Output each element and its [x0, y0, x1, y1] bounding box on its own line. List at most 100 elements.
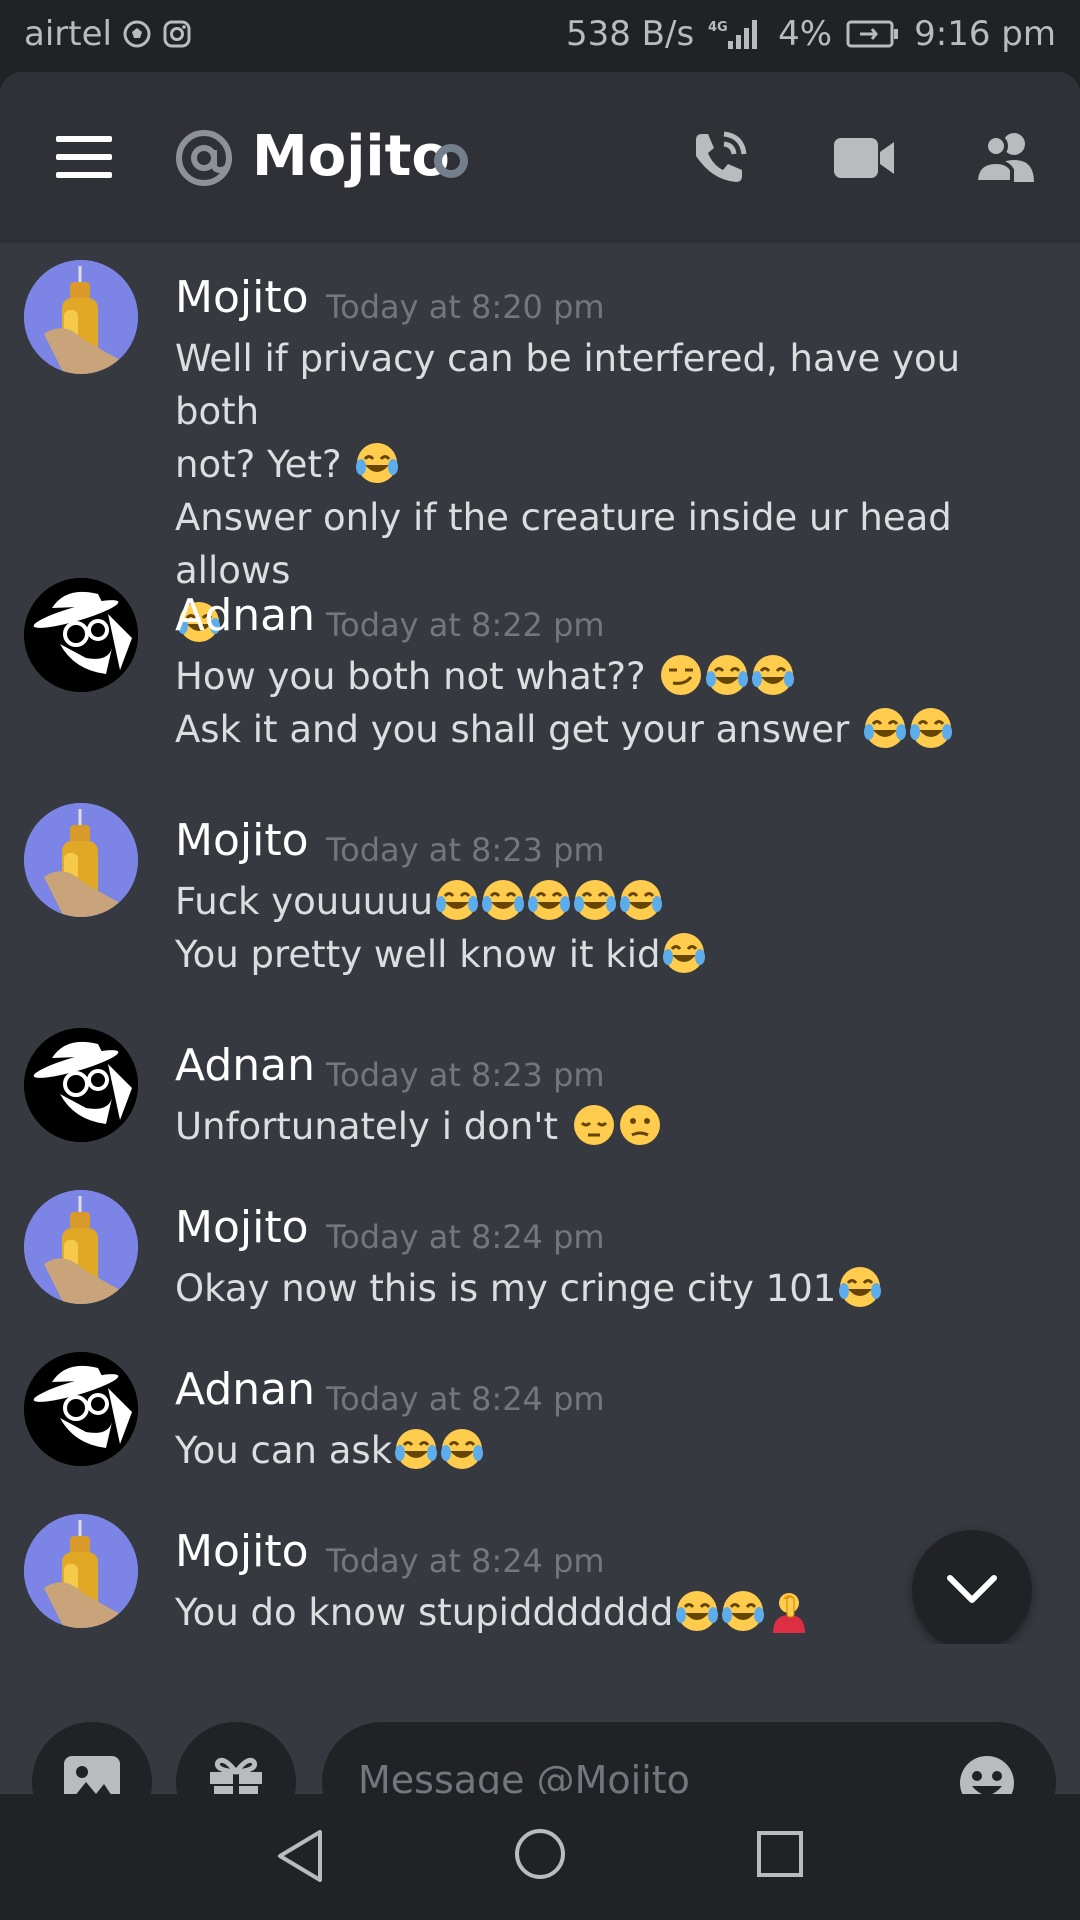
author-name[interactable]: Adnan — [175, 1364, 315, 1415]
spy-icon — [24, 1352, 138, 1466]
joy-emoji-icon — [863, 706, 907, 750]
joy-emoji-icon — [909, 706, 953, 750]
author-name[interactable]: Mojito — [175, 272, 309, 323]
clock: 9:16 pm — [914, 14, 1056, 54]
image-icon — [64, 1756, 120, 1794]
joy-emoji-icon — [394, 1427, 438, 1471]
home-icon[interactable] — [514, 1828, 566, 1880]
network-type: 4G — [708, 20, 728, 35]
message-content: Fuck youuuuu You pretty well know it kid — [175, 875, 1035, 981]
pensive-emoji-icon — [572, 1103, 616, 1147]
joy-emoji-icon — [355, 441, 399, 485]
avatar[interactable] — [24, 1028, 138, 1142]
timestamp: Today at 8:24 pm — [326, 1542, 605, 1580]
message-content: How you both not what?? Ask it and you s… — [175, 650, 1035, 756]
message-list[interactable]: Mojito Today at 8:20 pm Well if privacy ca… — [0, 240, 1080, 1700]
joy-emoji-icon — [619, 878, 663, 922]
battery-percent: 4% — [778, 14, 833, 54]
message-line: Ask it and you shall get your answer — [175, 703, 1035, 756]
message-composer: Message @Mojito — [0, 1644, 1080, 1794]
message-input-placeholder: Message @Mojito — [358, 1758, 690, 1794]
message-line: You pretty well know it kid — [175, 928, 1035, 981]
message-line: Unfortunately i don't — [175, 1100, 1035, 1153]
status-bar: airtel 538 B/s 4G 4% 9:16 pm — [0, 0, 1080, 72]
chevron-down-icon — [947, 1575, 997, 1603]
message-text: not? Yet? — [175, 443, 354, 486]
menu-icon[interactable] — [56, 136, 112, 178]
joy-emoji-icon — [721, 1589, 765, 1633]
joy-emoji-icon — [440, 1427, 484, 1471]
confused-emoji-icon — [618, 1103, 662, 1147]
joy-emoji-icon — [481, 878, 525, 922]
message-text: You pretty well know it kid — [175, 933, 661, 976]
status-offline-icon — [434, 144, 468, 178]
joy-emoji-icon — [838, 1265, 882, 1309]
message-line: Fuck youuuuu — [175, 875, 1035, 928]
instagram-icon — [162, 19, 192, 49]
joy-emoji-icon — [527, 878, 571, 922]
message-content: You do know stupiddddddd — [175, 1586, 1035, 1639]
message-content: Okay now this is my cringe city 101 — [175, 1262, 1035, 1315]
message-text: How you both not what?? — [175, 655, 658, 698]
bottle-icon — [24, 260, 138, 374]
timestamp: Today at 8:24 pm — [326, 1218, 605, 1256]
bottle-icon — [24, 1514, 138, 1628]
joy-emoji-icon — [705, 653, 749, 697]
call-icon[interactable] — [688, 126, 750, 188]
avatar[interactable] — [24, 578, 138, 692]
bottle-icon — [24, 1190, 138, 1304]
message-line: How you both not what?? — [175, 650, 1035, 703]
joy-emoji-icon — [435, 878, 479, 922]
network-speed: 538 B/s — [565, 14, 695, 54]
signal-icon: 4G — [708, 17, 764, 51]
back-icon[interactable] — [276, 1828, 326, 1884]
system-nav-bar — [0, 1794, 1080, 1920]
author-name[interactable]: Mojito — [175, 815, 309, 866]
message-text: You can ask — [175, 1429, 393, 1472]
emoji-icon[interactable] — [958, 1754, 1016, 1794]
timestamp: Today at 8:20 pm — [326, 288, 605, 326]
message-text: Fuck youuuuu — [175, 880, 434, 923]
message-line: Well if privacy can be interfered, have … — [175, 332, 1035, 438]
at-icon — [176, 130, 232, 186]
author-name[interactable]: Mojito — [175, 1526, 309, 1577]
timestamp: Today at 8:23 pm — [326, 1056, 605, 1094]
avatar[interactable] — [24, 1190, 138, 1304]
gift-button[interactable] — [176, 1722, 296, 1794]
page-title: Mojito — [252, 124, 450, 189]
message-line: You do know stupiddddddd — [175, 1586, 1035, 1639]
author-name[interactable]: Mojito — [175, 1202, 309, 1253]
jump-to-latest-button[interactable] — [912, 1530, 1032, 1650]
avatar[interactable] — [24, 260, 138, 374]
gift-icon — [210, 1757, 262, 1794]
message-text: You do know stupiddddddd — [175, 1591, 674, 1634]
avatar[interactable] — [24, 1514, 138, 1628]
avatar[interactable] — [24, 1352, 138, 1466]
carrier-label: airtel — [24, 14, 112, 54]
bottle-icon — [24, 803, 138, 917]
timestamp: Today at 8:24 pm — [326, 1380, 605, 1418]
recents-icon[interactable] — [756, 1830, 804, 1878]
attach-image-button[interactable] — [32, 1722, 152, 1794]
spy-icon — [24, 578, 138, 692]
message-text: Ask it and you shall get your answer — [175, 708, 862, 751]
message-content: You can ask — [175, 1424, 1035, 1477]
facepalm-emoji-icon — [767, 1589, 811, 1633]
message-line: You can ask — [175, 1424, 1035, 1477]
soccer-ball-icon — [122, 19, 152, 49]
spy-icon — [24, 1028, 138, 1142]
joy-emoji-icon — [751, 653, 795, 697]
video-icon[interactable] — [832, 130, 896, 186]
avatar[interactable] — [24, 803, 138, 917]
author-name[interactable]: Adnan — [175, 590, 315, 641]
joy-emoji-icon — [675, 1589, 719, 1633]
timestamp: Today at 8:22 pm — [326, 606, 605, 644]
message-content: Unfortunately i don't — [175, 1100, 1035, 1153]
message-text: Unfortunately i don't — [175, 1105, 570, 1148]
members-icon[interactable] — [974, 128, 1038, 184]
message-line: Answer only if the creature inside ur he… — [175, 491, 1035, 597]
message-input[interactable]: Message @Mojito — [322, 1722, 1056, 1794]
message-text: Well if privacy can be interfered, have … — [175, 337, 961, 433]
joy-emoji-icon — [573, 878, 617, 922]
author-name[interactable]: Adnan — [175, 1040, 315, 1091]
